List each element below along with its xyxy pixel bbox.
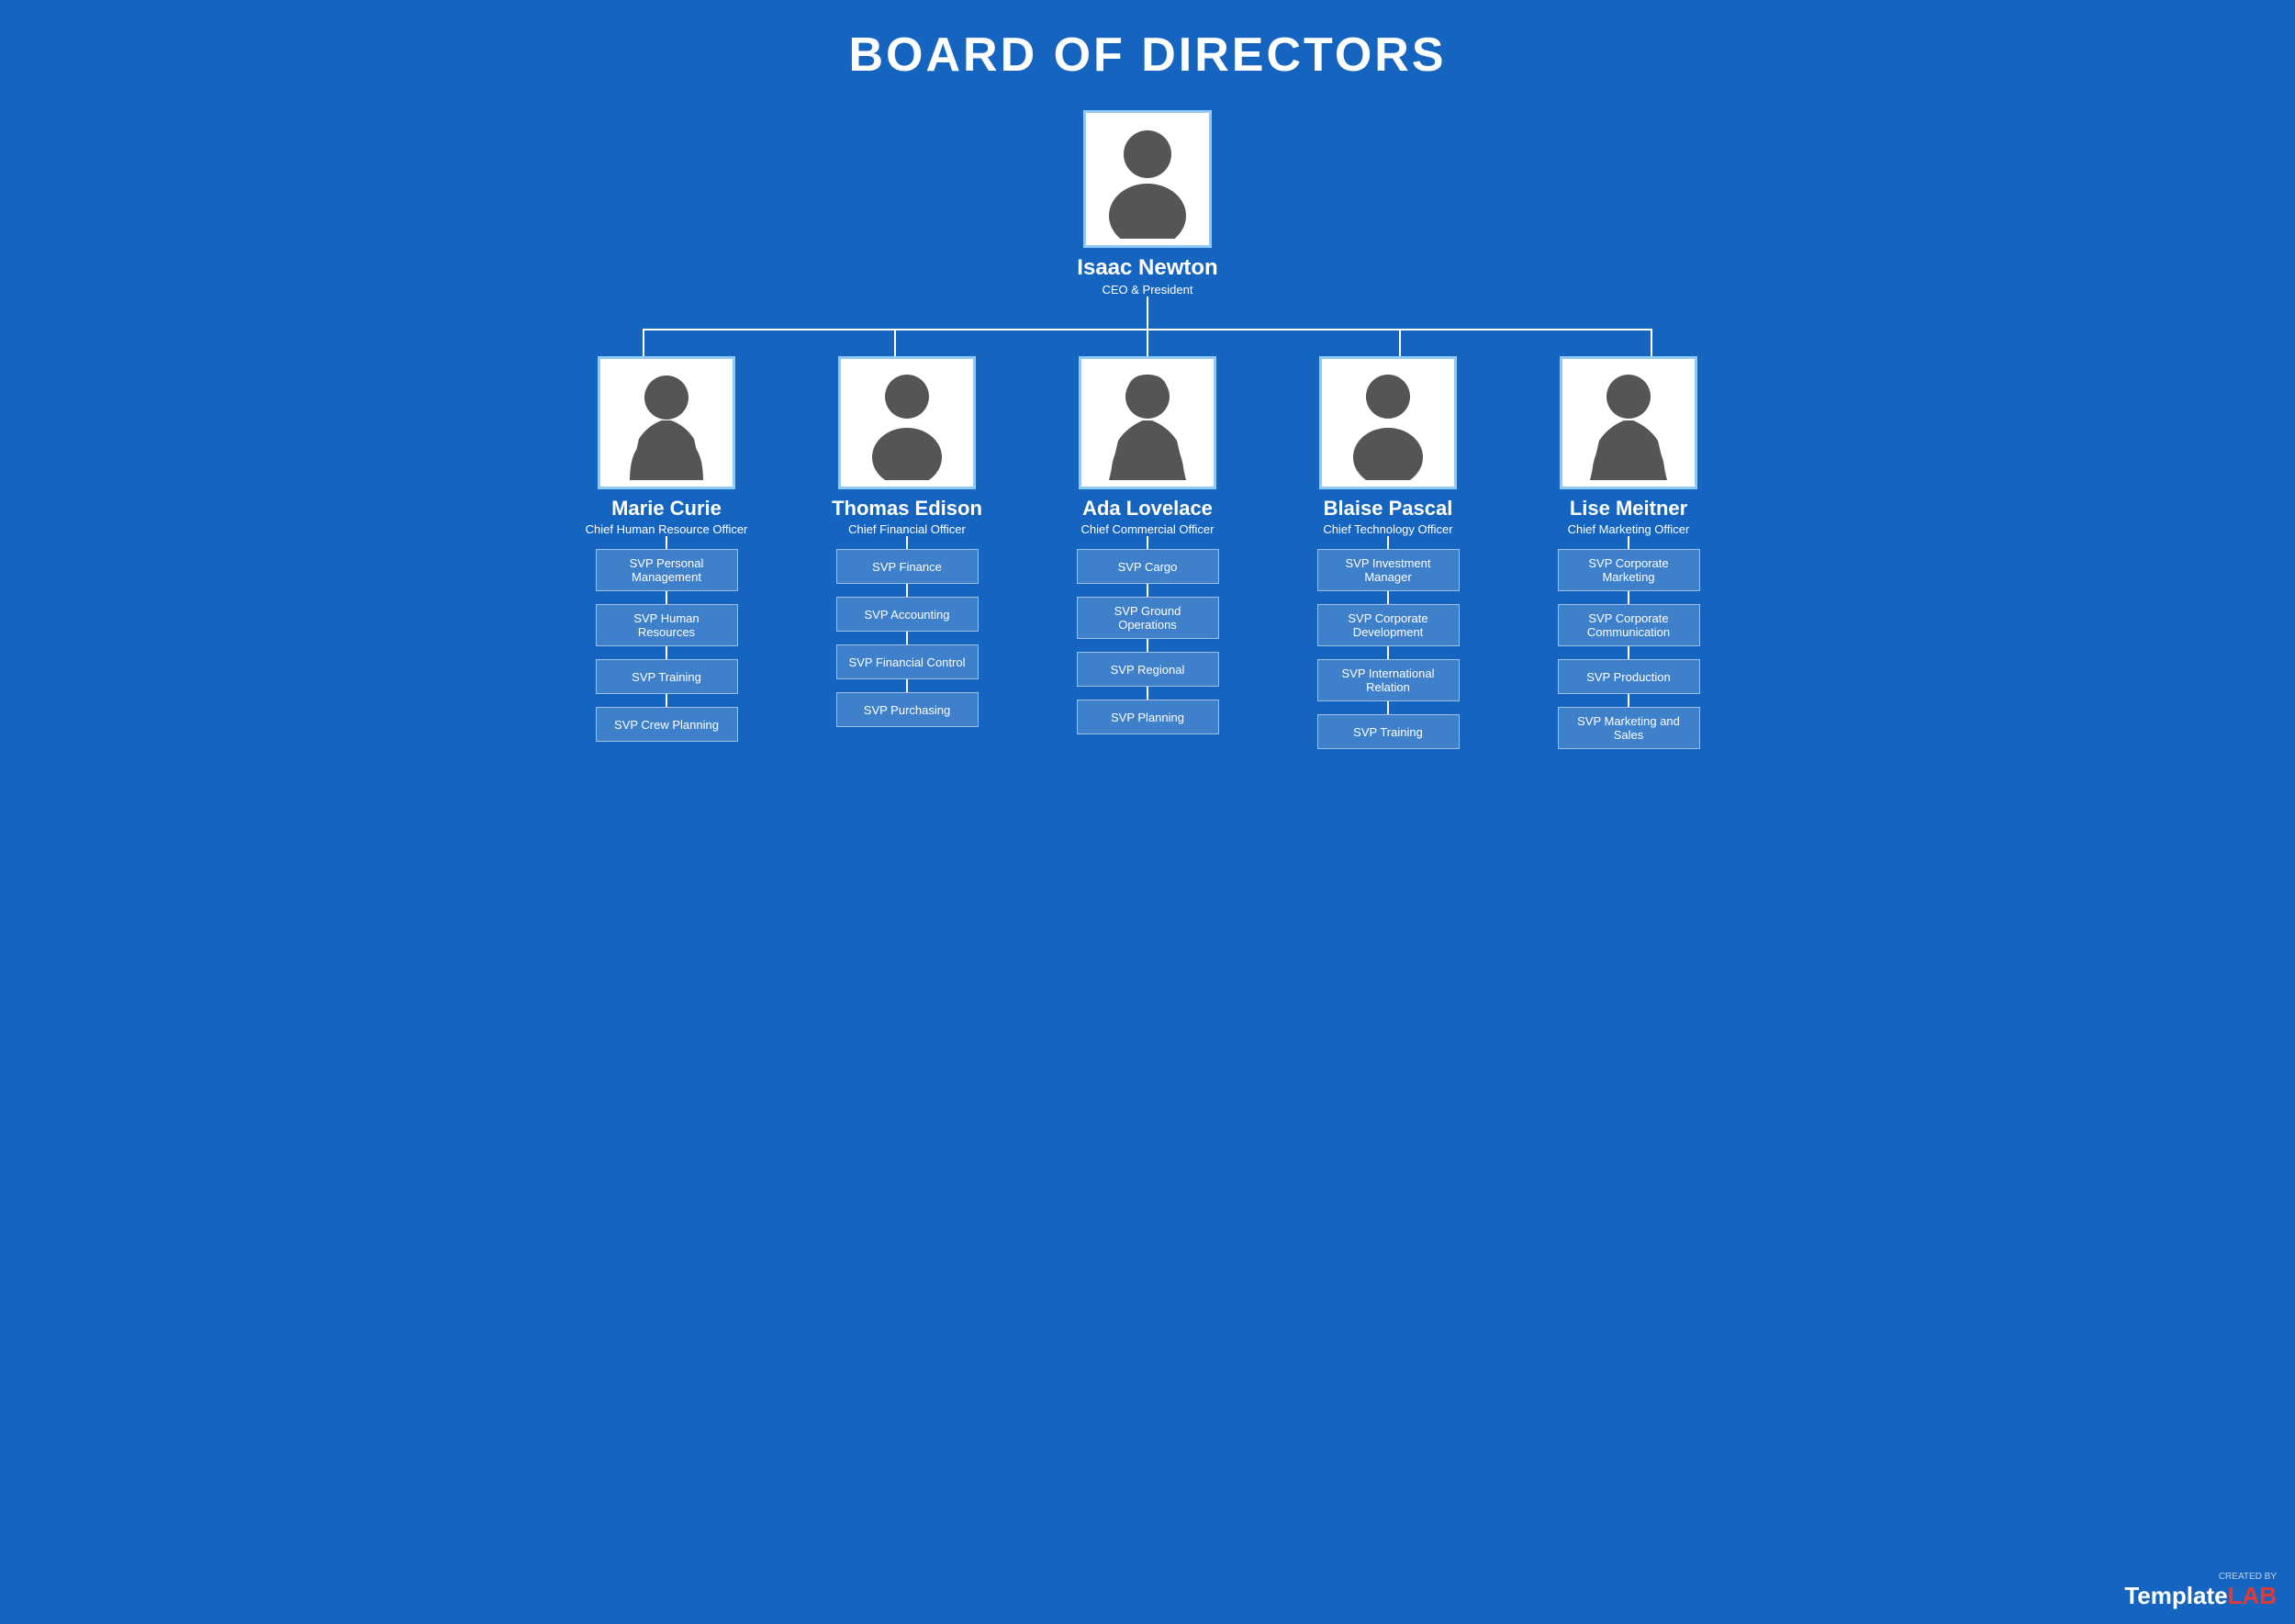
director-svp-line-1 bbox=[906, 536, 908, 549]
horizontal-connector bbox=[599, 329, 1696, 356]
logo-lab: LAB bbox=[2228, 1582, 2277, 1609]
ceo-card: Isaac Newton CEO & President bbox=[1077, 110, 1217, 297]
director-svp-line-2 bbox=[1147, 536, 1148, 549]
director-name-1: Thomas Edison bbox=[832, 497, 982, 521]
svp-box: SVP Personal Management bbox=[596, 549, 738, 591]
director-silhouette-0 bbox=[611, 365, 722, 480]
director-col-blaise-pascal: Blaise Pascal Chief Technology Officer S… bbox=[1296, 356, 1480, 749]
director-silhouette-3 bbox=[1333, 365, 1443, 480]
director-photo-4 bbox=[1560, 356, 1697, 489]
svp-box: SVP Purchasing bbox=[836, 692, 979, 727]
director-silhouette-4 bbox=[1573, 365, 1684, 480]
branch-lines bbox=[599, 329, 1696, 356]
director-name-3: Blaise Pascal bbox=[1324, 497, 1453, 521]
director-photo-3 bbox=[1319, 356, 1457, 489]
directors-row: Marie Curie Chief Human Resource Officer… bbox=[551, 356, 1744, 749]
director-photo-1 bbox=[838, 356, 976, 489]
director-photo-0 bbox=[598, 356, 735, 489]
org-chart: Isaac Newton CEO & President bbox=[551, 110, 1744, 749]
logo-template: Template bbox=[2124, 1582, 2227, 1609]
director-silhouette-2 bbox=[1092, 365, 1203, 480]
svp-box: SVP Accounting bbox=[836, 597, 979, 632]
svp-box: SVP Financial Control bbox=[836, 644, 979, 679]
bottom-logo: CREATED BY TemplateLAB bbox=[2124, 1572, 2277, 1610]
director-col-lise-meitner: Lise Meitner Chief Marketing Officer SVP… bbox=[1537, 356, 1720, 749]
director-svps-2: SVP Cargo SVP Ground Operations SVP Regi… bbox=[1077, 549, 1219, 734]
svp-box: SVP Training bbox=[1317, 714, 1460, 749]
director-card-3: Blaise Pascal Chief Technology Officer bbox=[1319, 356, 1457, 536]
svp-box: SVP Cargo bbox=[1077, 549, 1219, 584]
branch-line-1 bbox=[643, 329, 644, 356]
ceo-silhouette bbox=[1097, 119, 1198, 239]
director-svps-4: SVP Corporate Marketing SVP Corporate Co… bbox=[1558, 549, 1700, 749]
svp-box: SVP Crew Planning bbox=[596, 707, 738, 742]
director-col-ada-lovelace: Ada Lovelace Chief Commercial Officer SV… bbox=[1056, 356, 1239, 749]
director-svp-line-3 bbox=[1387, 536, 1389, 549]
svp-box: SVP Finance bbox=[836, 549, 979, 584]
svp-box: SVP Investment Manager bbox=[1317, 549, 1460, 591]
director-card-4: Lise Meitner Chief Marketing Officer bbox=[1560, 356, 1697, 536]
svp-box: SVP Production bbox=[1558, 659, 1700, 694]
director-svp-line-0 bbox=[666, 536, 667, 549]
director-title-4: Chief Marketing Officer bbox=[1568, 522, 1690, 536]
director-photo-2 bbox=[1079, 356, 1216, 489]
director-card-0: Marie Curie Chief Human Resource Officer bbox=[586, 356, 748, 536]
director-svps-1: SVP Finance SVP Accounting SVP Financial… bbox=[836, 549, 979, 727]
svp-box: SVP Corporate Marketing bbox=[1558, 549, 1700, 591]
svp-box: SVP Ground Operations bbox=[1077, 597, 1219, 639]
director-svp-line-4 bbox=[1628, 536, 1629, 549]
page-title: BOARD OF DIRECTORS bbox=[18, 28, 2277, 83]
director-card-2: Ada Lovelace Chief Commercial Officer bbox=[1079, 356, 1216, 536]
svp-box: SVP Marketing and Sales bbox=[1558, 707, 1700, 749]
branch-line-5 bbox=[1651, 329, 1652, 356]
directors-section: Marie Curie Chief Human Resource Officer… bbox=[551, 297, 1744, 749]
director-svps-3: SVP Investment Manager SVP Corporate Dev… bbox=[1317, 549, 1460, 749]
svp-box: SVP Training bbox=[596, 659, 738, 694]
director-svps-0: SVP Personal Management SVP Human Resour… bbox=[596, 549, 738, 742]
director-col-thomas-edison: Thomas Edison Chief Financial Officer SV… bbox=[815, 356, 999, 749]
director-name-4: Lise Meitner bbox=[1570, 497, 1687, 521]
director-title-3: Chief Technology Officer bbox=[1323, 522, 1452, 536]
director-silhouette-1 bbox=[852, 365, 962, 480]
svp-box: SVP Corporate Development bbox=[1317, 604, 1460, 646]
created-by-text: CREATED BY bbox=[2219, 1572, 2277, 1582]
ceo-down-line bbox=[1147, 297, 1148, 329]
h-line bbox=[643, 329, 1652, 330]
svp-box: SVP Planning bbox=[1077, 700, 1219, 734]
svp-box: SVP Corporate Communication bbox=[1558, 604, 1700, 646]
director-col-marie-curie: Marie Curie Chief Human Resource Officer… bbox=[575, 356, 758, 749]
director-title-2: Chief Commercial Officer bbox=[1081, 522, 1215, 536]
director-title-1: Chief Financial Officer bbox=[848, 522, 966, 536]
director-title-0: Chief Human Resource Officer bbox=[586, 522, 748, 536]
branch-line-4 bbox=[1399, 329, 1401, 356]
ceo-title: CEO & President bbox=[1102, 283, 1192, 297]
ceo-section: Isaac Newton CEO & President bbox=[551, 110, 1744, 297]
svp-box: SVP Human Resources bbox=[596, 604, 738, 646]
ceo-photo bbox=[1083, 110, 1212, 248]
branch-line-3 bbox=[1147, 329, 1148, 356]
director-name-0: Marie Curie bbox=[611, 497, 722, 521]
director-card-1: Thomas Edison Chief Financial Officer bbox=[832, 356, 982, 536]
ceo-name: Isaac Newton bbox=[1077, 255, 1217, 281]
logo-text: TemplateLAB bbox=[2124, 1582, 2277, 1610]
svp-box: SVP Regional bbox=[1077, 652, 1219, 687]
director-name-2: Ada Lovelace bbox=[1082, 497, 1213, 521]
branch-line-2 bbox=[894, 329, 896, 356]
svp-box: SVP International Relation bbox=[1317, 659, 1460, 701]
